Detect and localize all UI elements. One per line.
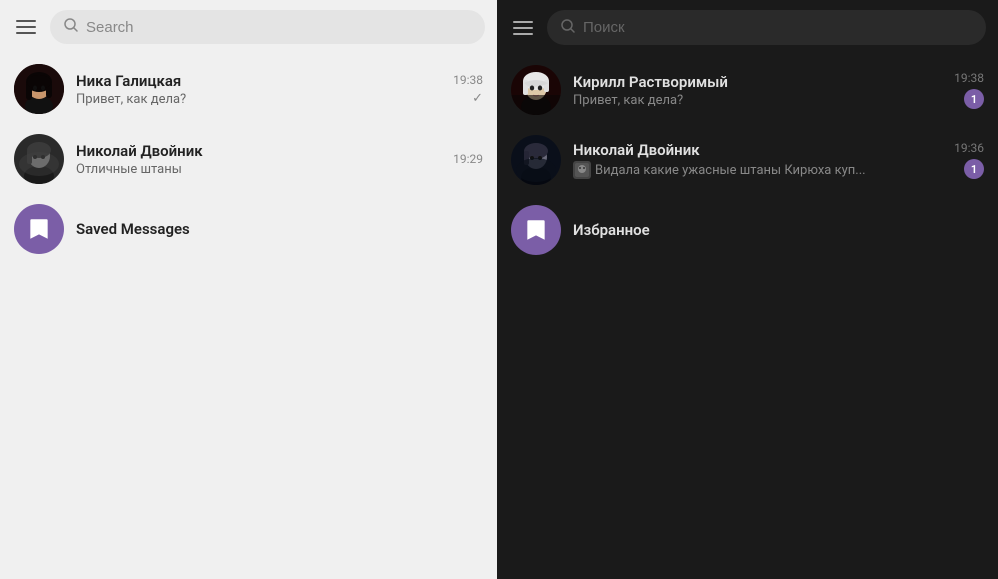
right-chat-meta-kirill: 19:38 1 — [954, 71, 984, 109]
right-chat-preview-kirill: Привет, как дела? — [573, 93, 942, 108]
right-chat-name-nikolai: Николай Двойник — [573, 141, 942, 159]
right-chat-item-nikolai[interactable]: Николай Двойник Видала какие ужасные шта… — [497, 125, 998, 195]
right-chat-item-kirill[interactable]: Кирилл Растворимый Привет, как дела? 19:… — [497, 55, 998, 125]
right-search-input[interactable] — [583, 19, 972, 36]
left-chat-name-saved: Saved Messages — [76, 220, 483, 238]
left-chat-time-nika: 19:38 — [453, 73, 483, 87]
left-avatar-nikolai — [14, 134, 64, 184]
left-chat-info-nikolai: Николай Двойник Отличные штаны — [76, 142, 441, 177]
left-chat-meta-nikolai: 19:29 — [453, 152, 483, 166]
left-panel: Ника Галицкая Привет, как дела? 19:38 ✓ — [0, 0, 497, 579]
right-chat-time-kirill: 19:38 — [954, 71, 984, 85]
right-header — [497, 0, 998, 55]
left-chat-info-nika: Ника Галицкая Привет, как дела? — [76, 72, 441, 107]
right-chat-meta-nikolai: 19:36 1 — [954, 141, 984, 179]
left-chat-info-saved: Saved Messages — [76, 220, 483, 238]
left-chat-list: Ника Галицкая Привет, как дела? 19:38 ✓ — [0, 54, 497, 579]
right-chat-name-saved: Избранное — [573, 221, 984, 239]
right-chat-time-nikolai: 19:36 — [954, 141, 984, 155]
left-chat-time-nikolai: 19:29 — [453, 152, 483, 166]
left-avatar-nika — [14, 64, 64, 114]
right-search-bar[interactable] — [547, 10, 986, 45]
right-chat-item-saved[interactable]: Избранное — [497, 195, 998, 265]
right-chat-preview-nikolai: Видала какие ужасные штаны Кирюха куп... — [573, 161, 942, 179]
right-panel: Кирилл Растворимый Привет, как дела? 19:… — [497, 0, 998, 579]
right-avatar-saved — [511, 205, 561, 255]
left-chat-meta-nika: 19:38 ✓ — [453, 73, 483, 106]
left-chat-preview-nika: Привет, как дела? — [76, 92, 441, 107]
left-avatar-saved — [14, 204, 64, 254]
right-unread-badge-kirill: 1 — [964, 89, 984, 109]
right-chat-info-kirill: Кирилл Растворимый Привет, как дела? — [573, 73, 942, 108]
left-chat-check-nika: ✓ — [472, 91, 483, 106]
right-avatar-nikolai — [511, 135, 561, 185]
left-search-icon — [64, 18, 78, 36]
left-menu-button[interactable] — [12, 16, 40, 38]
left-header — [0, 0, 497, 54]
right-menu-button[interactable] — [509, 17, 537, 39]
left-chat-name-nikolai: Николай Двойник — [76, 142, 441, 160]
right-chat-list: Кирилл Растворимый Привет, как дела? 19:… — [497, 55, 998, 579]
right-search-icon — [561, 18, 575, 37]
left-chat-item-nikolai[interactable]: Николай Двойник Отличные штаны 19:29 — [0, 124, 497, 194]
left-chat-item-nika[interactable]: Ника Галицкая Привет, как дела? 19:38 ✓ — [0, 54, 497, 124]
sticker-thumb-icon — [573, 161, 591, 179]
right-chat-name-kirill: Кирилл Растворимый — [573, 73, 942, 91]
right-avatar-kirill — [511, 65, 561, 115]
left-search-input[interactable] — [86, 19, 471, 36]
left-search-bar[interactable] — [50, 10, 485, 44]
left-chat-item-saved[interactable]: Saved Messages — [0, 194, 497, 264]
left-chat-preview-nikolai: Отличные штаны — [76, 162, 441, 177]
right-unread-badge-nikolai: 1 — [964, 159, 984, 179]
right-chat-info-nikolai: Николай Двойник Видала какие ужасные шта… — [573, 141, 942, 179]
right-chat-info-saved: Избранное — [573, 221, 984, 239]
left-chat-name-nika: Ника Галицкая — [76, 72, 441, 90]
